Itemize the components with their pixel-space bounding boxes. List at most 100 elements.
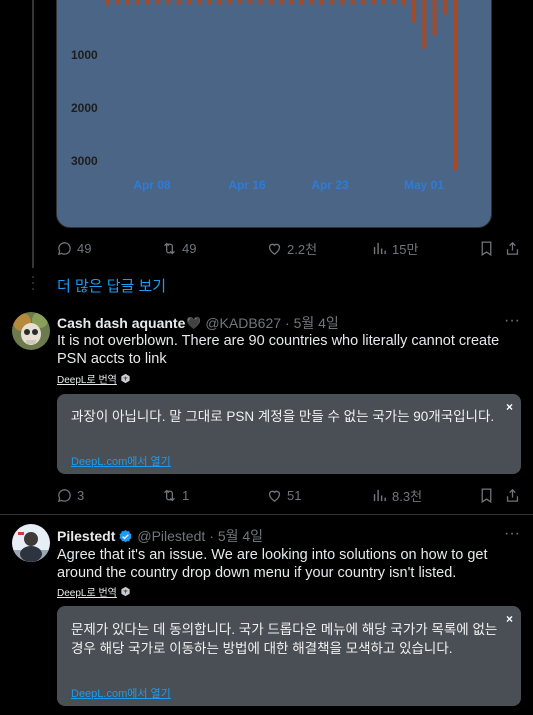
chart-bar xyxy=(299,0,304,5)
chart-bar xyxy=(340,0,345,5)
user-handle[interactable]: @KADB627 xyxy=(205,315,281,331)
like-button[interactable]: 51 xyxy=(266,485,301,505)
deepl-translate-button[interactable]: DeepL로 번역 xyxy=(57,584,131,599)
retweet-count: 49 xyxy=(182,240,197,256)
retweet-count: 1 xyxy=(182,487,190,503)
more-options-button[interactable]: ··· xyxy=(504,525,520,543)
translation-box: × 문제가 있다는 데 동의합니다. 국가 드롭다운 메뉴에 해당 국가가 목록… xyxy=(57,606,521,706)
deepl-translate-label: DeepL로 번역 xyxy=(57,588,117,599)
chart-bar xyxy=(371,0,376,5)
chart-background xyxy=(57,0,491,227)
user-handle[interactable]: @Pilestedt xyxy=(137,528,205,544)
avatar[interactable] xyxy=(12,524,50,562)
share-button[interactable] xyxy=(504,238,521,258)
translation-box: × 과장이 아닙니다. 말 그대로 PSN 계정을 만들 수 없는 국가는 90… xyxy=(57,394,521,474)
chart-bar xyxy=(350,0,355,5)
chart-bar xyxy=(166,0,171,5)
tweet-action-bar: 3 1 51 8.3천 xyxy=(56,485,522,505)
avatar[interactable] xyxy=(12,312,50,350)
y-tick-label: 3000 xyxy=(71,154,98,168)
chart-bar xyxy=(401,0,406,6)
thread-gap-dots xyxy=(31,276,35,294)
views-button[interactable]: 15만 xyxy=(371,238,418,258)
share-icon xyxy=(506,241,519,255)
chart-bar xyxy=(319,0,324,5)
x-tick-label: Apr 08 xyxy=(133,178,171,192)
display-name[interactable]: Cash dash aquante xyxy=(57,315,185,331)
tweet-header: Cash dash aquante 🖤 @KADB627 · 5월 4일 xyxy=(57,313,339,333)
reply-button[interactable]: 49 xyxy=(56,238,91,258)
chart-bar xyxy=(258,0,263,5)
x-tick-label: May 01 xyxy=(404,178,444,192)
chart-bar xyxy=(360,0,365,5)
chart-bar xyxy=(105,0,109,6)
views-icon xyxy=(373,489,386,501)
chart-bar xyxy=(156,0,161,4)
chart-bar xyxy=(145,0,150,5)
more-options-button[interactable]: ··· xyxy=(504,312,520,330)
like-count: 51 xyxy=(287,487,302,503)
like-button[interactable]: 2.2천 xyxy=(266,238,317,258)
deepl-icon xyxy=(121,373,130,384)
tweet-date[interactable]: · 5월 4일 xyxy=(285,313,339,333)
close-translation-button[interactable]: × xyxy=(506,612,513,626)
open-in-deepl-link[interactable]: DeepL.com에서 열기 xyxy=(71,685,171,701)
translation-text: 과장이 아닙니다. 말 그대로 PSN 계정을 만들 수 없는 국가는 90개국… xyxy=(71,409,495,424)
bookmark-icon xyxy=(481,240,492,256)
retweet-button[interactable]: 1 xyxy=(161,485,189,505)
black-heart-emoji: 🖤 xyxy=(186,316,202,330)
retweet-button[interactable]: 49 xyxy=(161,238,196,258)
chart-bar xyxy=(453,0,457,171)
tweet-text: It is not overblown. There are 90 countr… xyxy=(57,333,500,367)
chart-bar xyxy=(279,0,283,5)
chart-bar xyxy=(135,0,140,5)
views-button[interactable]: 8.3천 xyxy=(371,485,422,505)
deepl-translate-button[interactable]: DeepL로 번역 xyxy=(57,371,131,386)
bookmark-button[interactable] xyxy=(478,485,495,505)
display-name[interactable]: Pilestedt xyxy=(57,528,115,544)
chart-bar xyxy=(115,0,120,5)
chart-bar xyxy=(442,0,447,15)
open-in-deepl-link[interactable]: DeepL.com에서 열기 xyxy=(71,453,171,469)
bar-chart: 1000 2000 3000 Apr 08 Apr 16 Apr 23 May 01 xyxy=(57,0,491,227)
chart-bar xyxy=(391,0,396,5)
tweet-text: Agree that it's an issue. We are looking… xyxy=(57,547,488,581)
share-icon xyxy=(506,488,519,502)
bookmark-icon xyxy=(481,487,492,503)
tweet-date[interactable]: · 5월 4일 xyxy=(209,526,263,546)
reply-button[interactable]: 3 xyxy=(56,485,84,505)
share-button[interactable] xyxy=(504,485,521,505)
chart-bar xyxy=(248,0,253,5)
profile-avatar-image xyxy=(12,524,50,562)
reply-icon xyxy=(57,241,71,255)
chart-bar xyxy=(422,0,427,49)
y-tick-label: 2000 xyxy=(71,101,98,115)
chart-bar xyxy=(268,0,273,5)
chart-bar xyxy=(186,0,191,5)
reply-icon xyxy=(57,488,71,502)
heart-icon xyxy=(268,490,281,502)
retweet-icon xyxy=(164,489,175,501)
chart-bar xyxy=(227,0,232,5)
chart-bar xyxy=(238,0,243,4)
chart-bar xyxy=(197,0,202,5)
like-count: 2.2천 xyxy=(287,241,318,257)
bookmark-button[interactable] xyxy=(478,238,495,258)
reply-count: 3 xyxy=(77,487,85,503)
views-icon xyxy=(373,242,386,254)
show-more-replies-link[interactable]: 더 많은 답글 보기 xyxy=(57,275,166,296)
chart-bar xyxy=(217,0,222,5)
chart-bar xyxy=(207,0,212,5)
skull-avatar-image xyxy=(12,312,50,350)
chart-card[interactable]: 1000 2000 3000 Apr 08 Apr 16 Apr 23 May 01 xyxy=(56,0,492,228)
heart-icon xyxy=(268,243,281,255)
deepl-translate-label: DeepL로 번역 xyxy=(57,375,117,386)
x-tick-label: Apr 23 xyxy=(311,178,349,192)
close-translation-button[interactable]: × xyxy=(506,400,513,414)
chart-bar xyxy=(289,0,294,5)
translation-text: 문제가 있다는 데 동의합니다. 국가 드롭다운 메뉴에 해당 국가가 목록에 … xyxy=(71,622,498,656)
chart-bar xyxy=(381,0,386,5)
retweet-icon xyxy=(164,242,175,254)
chart-bar xyxy=(330,0,335,5)
tweet-action-bar: 49 49 2.2천 15만 xyxy=(56,238,522,258)
